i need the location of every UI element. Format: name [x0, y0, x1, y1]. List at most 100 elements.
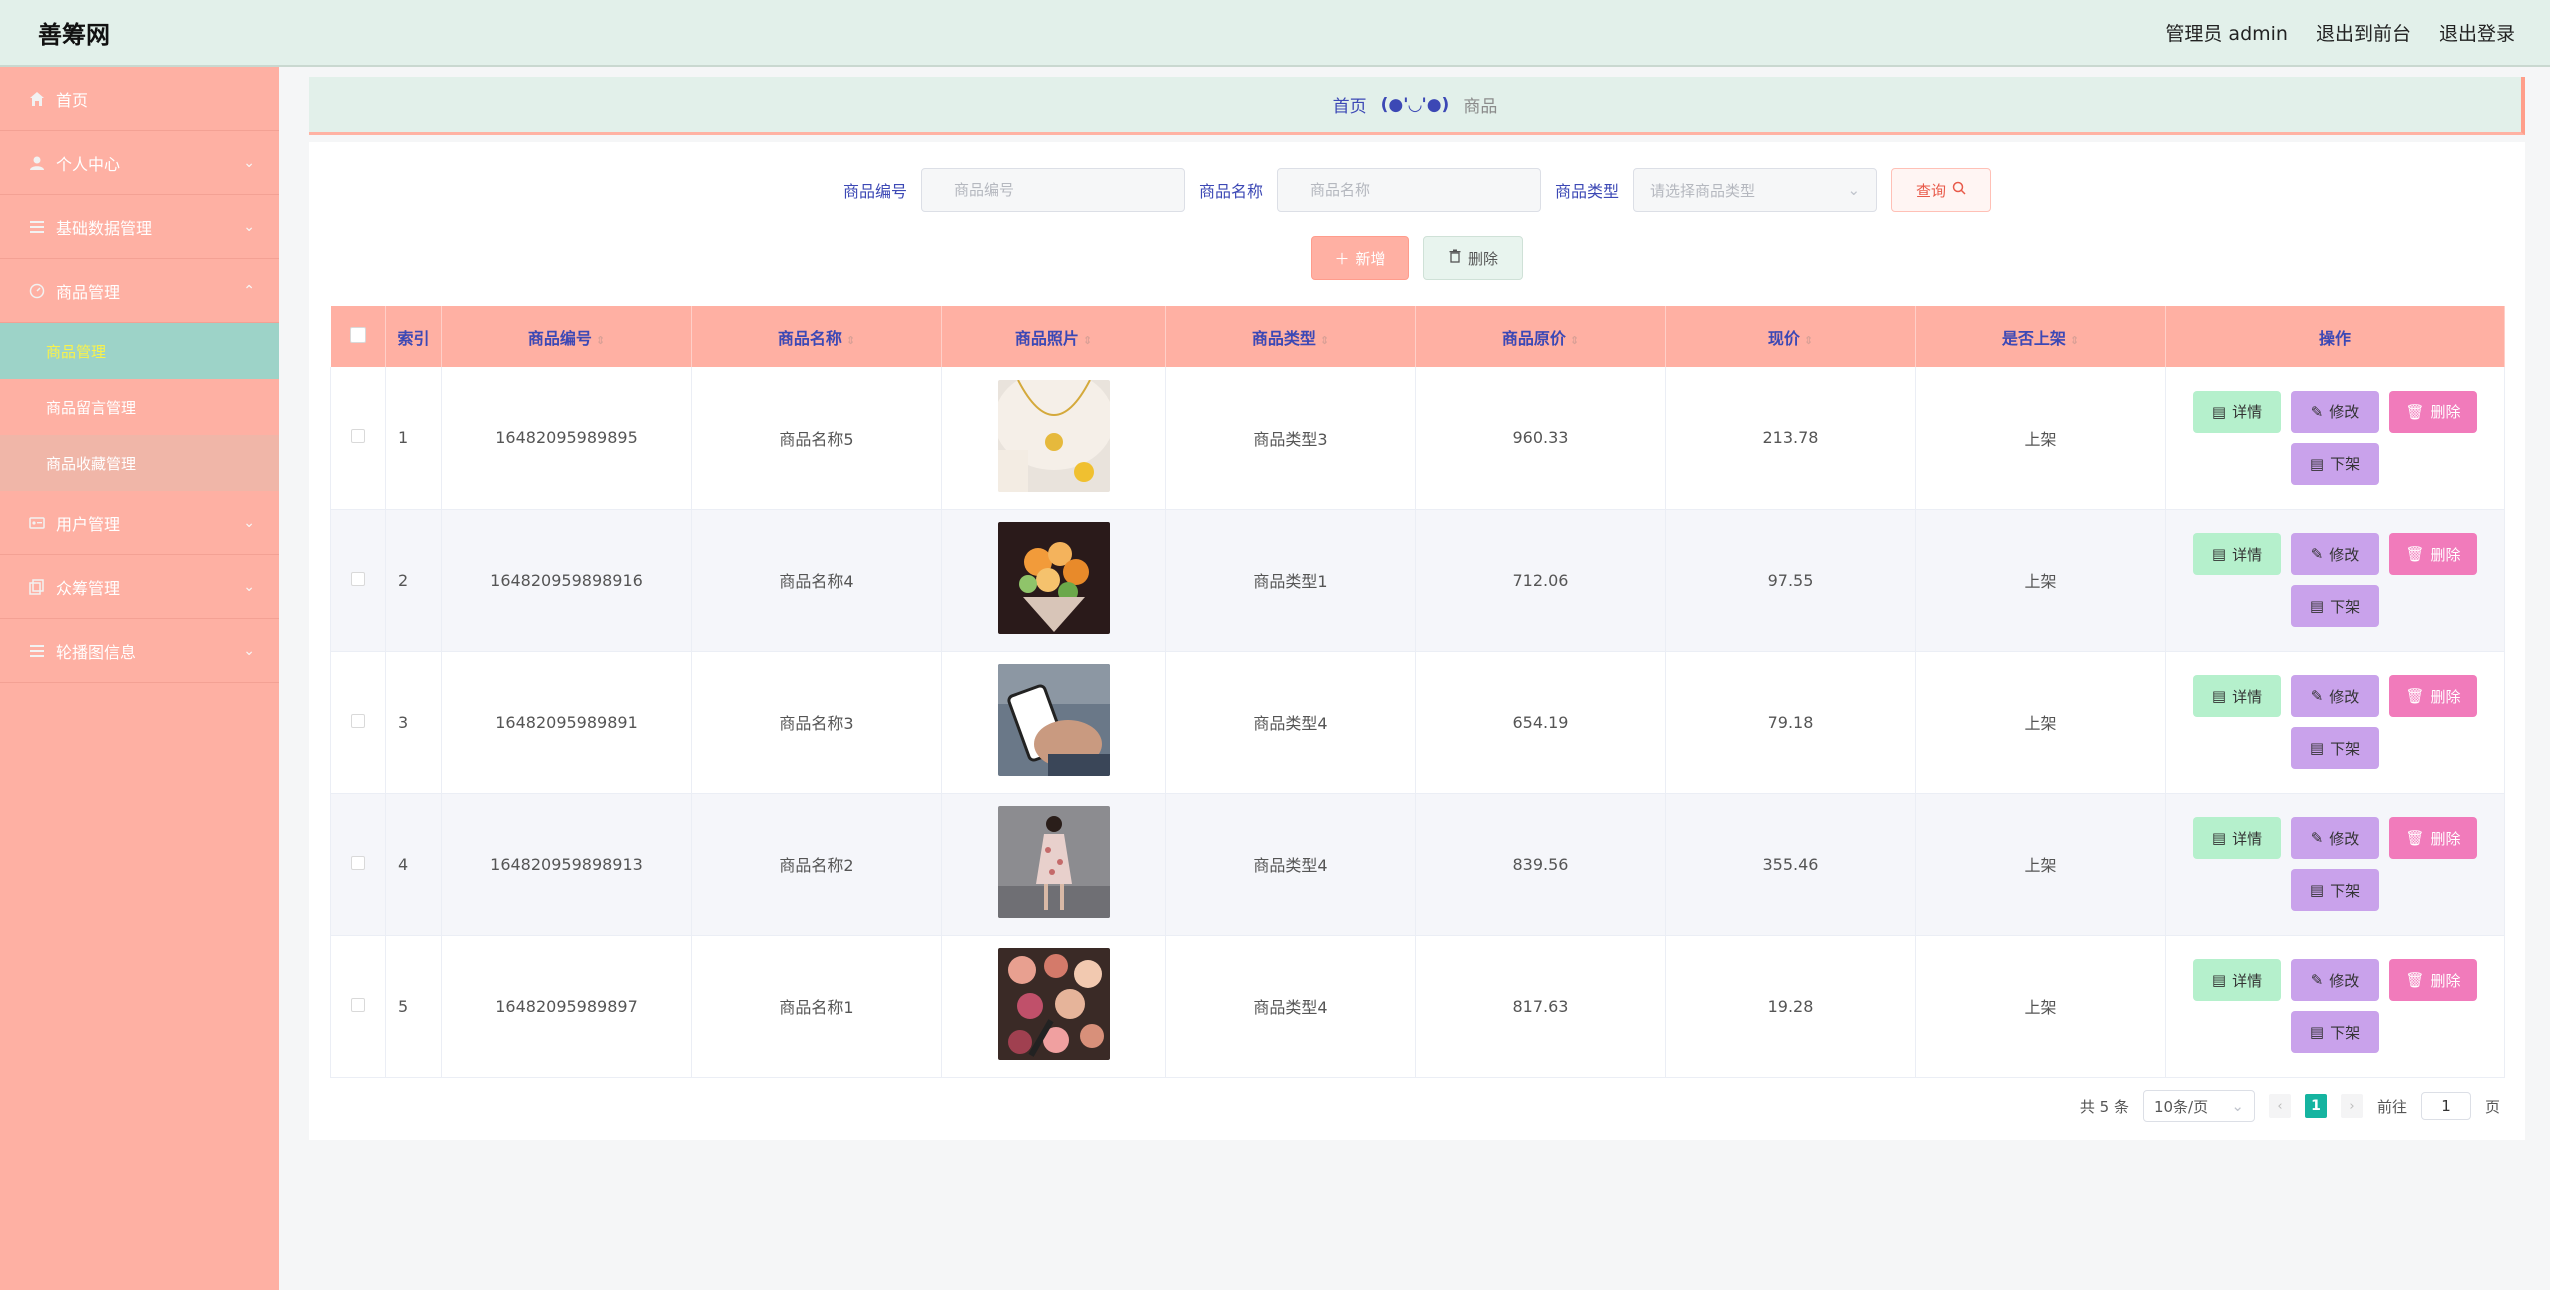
detail-button[interactable]: ▤ 详情	[2193, 675, 2281, 717]
copy-icon	[28, 578, 46, 596]
sort-icon[interactable]: ⇕	[1570, 334, 1579, 347]
plus-icon: ＋	[1334, 249, 1350, 268]
sidebar-item-goods[interactable]: 商品管理 ⌃	[0, 259, 279, 323]
breadcrumb-home[interactable]: 首页	[1333, 92, 1367, 117]
sidebar-item-personal[interactable]: 个人中心 ⌄	[0, 131, 279, 195]
take-down-button[interactable]: ▤ 下架	[2291, 869, 2379, 911]
edit-button[interactable]: ✎ 修改	[2291, 675, 2379, 717]
delete-button[interactable]: 🗑︎ 删除	[2389, 533, 2477, 575]
header-status[interactable]: 是否上架 ⇕	[1915, 306, 2166, 367]
sidebar-item-home[interactable]: 首页	[0, 67, 279, 131]
trash-icon: 🗑︎	[2405, 402, 2425, 421]
header-name[interactable]: 商品名称 ⇕	[691, 306, 942, 367]
sidebar-item-crowdfunding[interactable]: 众筹管理 ⌄	[0, 555, 279, 619]
header-photo[interactable]: 商品照片 ⇕	[941, 306, 1166, 367]
row-code: 164820959898916	[441, 509, 692, 652]
detail-button[interactable]: ▤ 详情	[2193, 390, 2281, 433]
row-type: 商品类型4	[1165, 651, 1416, 794]
goods-type-placeholder: 请选择商品类型	[1650, 181, 1756, 200]
trash-icon: 🗑︎	[2405, 971, 2425, 989]
row-name: 商品名称2	[691, 793, 942, 936]
row-checkbox[interactable]	[351, 571, 365, 586]
page-size-select[interactable]: 10条/页 ⌄	[2142, 1090, 2255, 1122]
delete-button[interactable]: 🗑︎ 删除	[2389, 675, 2477, 717]
brand-logo: 善筹网	[38, 21, 110, 49]
row-checkbox[interactable]	[351, 429, 365, 444]
header-code[interactable]: 商品编号 ⇕	[441, 306, 692, 367]
header-type[interactable]: 商品类型 ⇕	[1165, 306, 1416, 367]
row-checkbox[interactable]	[351, 855, 365, 870]
goods-photo-dress[interactable]	[997, 806, 1110, 918]
edit-button[interactable]: ✎ 修改	[2291, 390, 2379, 433]
pencil-icon: ✎	[2310, 971, 2324, 989]
batch-delete-button[interactable]: 删除	[1423, 236, 1523, 280]
sidebar-sub-goods-favorites[interactable]: 商品收藏管理	[0, 435, 279, 491]
chevron-up-icon: ⌃	[243, 282, 255, 299]
sort-icon[interactable]: ⇕	[2070, 334, 2079, 347]
take-down-button[interactable]: ▤ 下架	[2291, 727, 2379, 769]
row-original-price: 654.19	[1415, 651, 1666, 794]
sidebar-item-label: 众筹管理	[56, 578, 121, 598]
row-checkbox[interactable]	[351, 997, 365, 1012]
table-row: 1 16482095989895 商品名称5 商品类型3 960.33 213.…	[330, 367, 2505, 510]
sort-icon[interactable]: ⇕	[596, 334, 605, 347]
sort-icon[interactable]: ⇕	[1320, 334, 1329, 347]
detail-button[interactable]: ▤ 详情	[2193, 533, 2281, 575]
logout-link[interactable]: 退出登录	[2439, 19, 2515, 46]
prev-page-button[interactable]: ‹	[2268, 1094, 2291, 1118]
row-name: 商品名称1	[691, 935, 942, 1078]
edit-button[interactable]: ✎ 修改	[2291, 959, 2379, 1001]
take-down-button[interactable]: ▤ 下架	[2291, 585, 2379, 627]
row-original-price: 839.56	[1415, 793, 1666, 936]
select-all-cell[interactable]	[330, 306, 386, 367]
pagination: 共 5 条 10条/页 ⌄ ‹ 1 › 前往 页	[2080, 1090, 2500, 1122]
id-card-icon	[28, 514, 46, 532]
goods-photo-phone[interactable]	[997, 664, 1110, 776]
sidebar-item-users[interactable]: 用户管理 ⌄	[0, 491, 279, 555]
add-button[interactable]: ＋ 新增	[1311, 236, 1409, 280]
header-actions: 操作	[2165, 306, 2505, 367]
sidebar-sub-goods[interactable]: 商品管理	[0, 323, 279, 379]
edit-button[interactable]: ✎ 修改	[2291, 817, 2379, 859]
goto-page-input[interactable]	[2420, 1092, 2471, 1120]
goods-photo-flowers[interactable]	[997, 522, 1110, 634]
delete-button[interactable]: 🗑︎ 删除	[2389, 390, 2477, 433]
detail-button[interactable]: ▤ 详情	[2193, 959, 2281, 1001]
sort-icon[interactable]: ⇕	[846, 334, 855, 347]
header-original-price[interactable]: 商品原价 ⇕	[1415, 306, 1666, 367]
select-all-checkbox[interactable]	[349, 326, 366, 343]
goods-code-input[interactable]	[920, 168, 1185, 212]
sidebar-item-basic-data[interactable]: 基础数据管理 ⌄	[0, 195, 279, 259]
next-page-button[interactable]: ›	[2340, 1094, 2363, 1118]
search-bar: 商品编号 商品名称 商品类型 请选择商品类型 ⌄ 查询	[309, 168, 2525, 212]
pencil-icon: ✎	[2310, 829, 2324, 847]
table-row: 2 164820959898916 商品名称4 商品类型1 712.06 97.…	[330, 509, 2505, 652]
row-name: 商品名称5	[691, 367, 942, 510]
doc-icon: ▤	[2309, 454, 2325, 473]
breadcrumb-current: 商品	[1463, 97, 1498, 117]
row-original-price: 817.63	[1415, 935, 1666, 1078]
delete-button[interactable]: 🗑︎ 删除	[2389, 959, 2477, 1001]
edit-button[interactable]: ✎ 修改	[2291, 533, 2379, 575]
take-down-button[interactable]: ▤ 下架	[2291, 1011, 2379, 1053]
take-down-button[interactable]: ▤ 下架	[2291, 442, 2379, 485]
sidebar-sub-goods-comments[interactable]: 商品留言管理	[0, 379, 279, 435]
chevron-down-icon: ⌄	[243, 514, 255, 531]
sidebar-item-carousel[interactable]: 轮播图信息 ⌄	[0, 619, 279, 683]
delete-button[interactable]: 🗑︎ 删除	[2389, 817, 2477, 859]
header-price[interactable]: 现价 ⇕	[1665, 306, 1916, 367]
goods-name-input[interactable]	[1277, 168, 1541, 212]
detail-button[interactable]: ▤ 详情	[2193, 817, 2281, 859]
sidebar: 首页 个人中心 ⌄ 基础数据管理 ⌄ 商品管理 ⌃ 商品管理 商品留言管理 商品…	[0, 67, 279, 1290]
table-header-row: 索引 商品编号 ⇕ 商品名称 ⇕ 商品照片 ⇕ 商品类型 ⇕ 商品原价 ⇕ 现价 ⇕ 是否上…	[330, 306, 2505, 367]
goods-type-select[interactable]: 请选择商品类型 ⌄	[1633, 168, 1878, 212]
doc-icon: ▤	[2211, 971, 2227, 989]
page-number-current[interactable]: 1	[2304, 1094, 2327, 1118]
row-checkbox[interactable]	[351, 713, 365, 728]
goods-photo-makeup[interactable]	[997, 948, 1110, 1060]
query-button[interactable]: 查询	[1891, 168, 1992, 212]
exit-to-front-link[interactable]: 退出到前台	[2316, 19, 2411, 46]
sort-icon[interactable]: ⇕	[1804, 334, 1813, 347]
sort-icon[interactable]: ⇕	[1083, 334, 1092, 347]
goods-photo-necklace[interactable]	[997, 379, 1110, 492]
